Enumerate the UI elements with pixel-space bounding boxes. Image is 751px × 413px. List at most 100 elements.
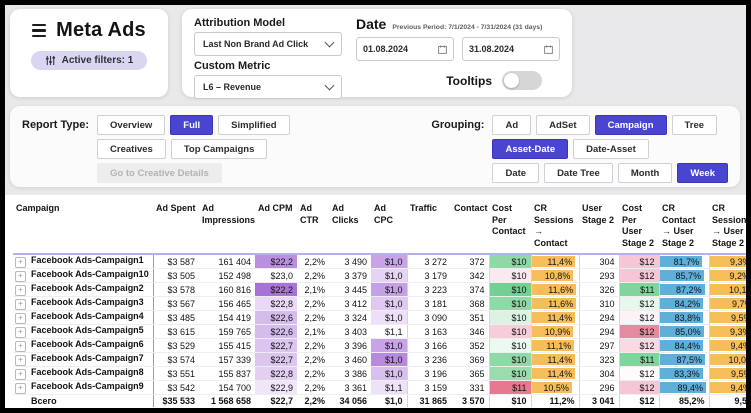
cell-user_stage_2: 296: [579, 381, 619, 395]
cell-ad_ctr: 2,2%: [297, 395, 329, 408]
cell-ad_impressions: 154 700: [199, 381, 255, 395]
report-type-button-simplified[interactable]: Simplified: [218, 115, 289, 135]
grouping-button-campaign[interactable]: Campaign: [595, 115, 667, 135]
cell-cost_per_user_stage_2: $12: [619, 325, 659, 339]
expand-icon[interactable]: +: [15, 383, 26, 394]
grouping-button-week[interactable]: Week: [677, 163, 728, 183]
column-header-cost_per_user_stage_2[interactable]: Cost Per User Stage 2: [619, 197, 659, 254]
cell-cr_sessions_contact: 11,4%: [531, 353, 579, 367]
expand-icon[interactable]: +: [15, 327, 26, 338]
report-type-button-full[interactable]: Full: [170, 115, 213, 135]
column-header-campaign[interactable]: Campaign: [13, 197, 153, 254]
expand-icon[interactable]: +: [15, 355, 26, 366]
column-header-ad_ctr[interactable]: Ad CTR: [297, 197, 329, 254]
cell-ad_ctr: 2,2%: [297, 367, 329, 381]
attribution-model-select[interactable]: Last Non Brand Ad Click: [194, 32, 342, 56]
data-bar: 83,8%: [660, 312, 704, 323]
expand-icon[interactable]: +: [15, 271, 26, 282]
column-header-ad_cpc[interactable]: Ad CPC: [371, 197, 407, 254]
cell-ad_cpm: $22,9: [255, 381, 297, 395]
chevron-down-icon: [325, 38, 335, 48]
cell-cr_sessions_user_stage_2: 9,4%: [709, 381, 746, 395]
cell-traffic: 3 196: [407, 367, 451, 381]
cell-contact: 331: [451, 381, 489, 395]
data-bar: 87,2%: [660, 284, 705, 295]
column-header-ad_impressions[interactable]: Ad Impressions: [199, 197, 255, 254]
table-row: +Facebook Ads-Campaign6$3 529155 415$22,…: [13, 339, 746, 353]
cell-traffic: 3 181: [407, 297, 451, 311]
campaign-name: Facebook Ads-Campaign3: [31, 297, 144, 307]
grouping-button-date[interactable]: Date: [492, 163, 539, 183]
date-end-value: 31.08.2024: [469, 44, 514, 54]
report-type-button-overview[interactable]: Overview: [97, 115, 165, 135]
custom-metric-select[interactable]: L6 – Revenue: [194, 75, 342, 99]
cell-cr_sessions_contact: 11,6%: [531, 297, 579, 311]
active-filters-badge[interactable]: Active filters: 1: [31, 51, 148, 70]
cell-ad_clicks: 3 445: [329, 283, 371, 297]
campaign-name: Facebook Ads-Campaign1: [31, 255, 144, 265]
campaign-name: Facebook Ads-Campaign7: [31, 353, 144, 363]
table-row: +Facebook Ads-Campaign4$3 485154 419$22,…: [13, 311, 746, 325]
data-bar: 87,5%: [660, 354, 706, 365]
data-bar: 85,0%: [660, 326, 704, 337]
cell-cr_sessions_user_stage_2: 9,7%: [709, 297, 746, 311]
data-bar: 11,6%: [532, 284, 577, 295]
menu-icon[interactable]: [32, 24, 46, 37]
column-header-traffic[interactable]: Traffic: [407, 197, 451, 254]
cell-cr_contact_user_stage_2: 83,3%: [659, 367, 709, 381]
data-bar: 9,3%: [710, 256, 747, 267]
tooltips-toggle[interactable]: [502, 71, 542, 90]
column-header-ad_clicks[interactable]: Ad Clicks: [329, 197, 371, 254]
column-header-ad_cpm[interactable]: Ad CPM: [255, 197, 297, 254]
table-row: +Facebook Ads-Campaign9$3 542154 700$22,…: [13, 381, 746, 395]
cell-cr_contact_user_stage_2: 81,7%: [659, 254, 709, 269]
column-header-cr_sessions_contact[interactable]: CR Sessions → Contact: [531, 197, 579, 254]
grouping-button-date-tree[interactable]: Date Tree: [544, 163, 613, 183]
cell-user_stage_2: 3 041: [579, 395, 619, 408]
expand-icon[interactable]: +: [15, 257, 26, 268]
expand-icon[interactable]: +: [15, 341, 26, 352]
cell-cr_sessions_contact: 11,6%: [531, 283, 579, 297]
grouping-button-date-asset[interactable]: Date-Asset: [573, 139, 649, 159]
expand-icon[interactable]: +: [15, 299, 26, 310]
cell-ad_impressions: 154 419: [199, 311, 255, 325]
cell-ad_cpm: $22,7: [255, 339, 297, 353]
column-header-cr_sessions_user_stage_2[interactable]: CR Sessions → User Stage 2: [709, 197, 746, 254]
campaign-name: Facebook Ads-Campaign4: [31, 311, 144, 321]
cell-ad_cpc: $1,1: [371, 325, 407, 339]
column-header-user_stage_2[interactable]: User Stage 2: [579, 197, 619, 254]
report-type-button-creatives[interactable]: Creatives: [97, 139, 166, 159]
cell-ad_impressions: 157 339: [199, 353, 255, 367]
table-row: +Facebook Ads-Campaign10$3 505152 498$23…: [13, 269, 746, 283]
date-end-input[interactable]: 31.08.2024: [462, 37, 560, 61]
data-bar: 9,5%: [710, 312, 747, 323]
go-to-creative-details-button[interactable]: Go to Creative Details: [97, 163, 222, 183]
cell-contact: 346: [451, 325, 489, 339]
cell-ad_ctr: 2,1%: [297, 283, 329, 297]
grouping-button-ad[interactable]: Ad: [492, 115, 531, 135]
column-header-cost_per_contact[interactable]: Cost Per Contact: [489, 197, 531, 254]
cell-ad_cpc: $1,0: [371, 311, 407, 325]
report-type-button-top-campaigns[interactable]: Top Campaigns: [171, 139, 268, 159]
cell-ad_clicks: 34 056: [329, 395, 371, 408]
grouping-button-asset-date[interactable]: Asset-Date: [492, 139, 568, 159]
grouping-button-month[interactable]: Month: [618, 163, 673, 183]
active-filters-label: Active filters: 1: [62, 55, 134, 66]
expand-icon[interactable]: +: [15, 285, 26, 296]
grouping-button-tree[interactable]: Tree: [672, 115, 718, 135]
column-header-contact[interactable]: Contact: [451, 197, 489, 254]
column-header-ad_spent[interactable]: Ad Spent: [153, 197, 199, 254]
cell-ad_ctr: 2,2%: [297, 381, 329, 395]
cell-cr_sessions_user_stage_2: 9,5%: [709, 367, 746, 381]
cell-ad_spent: $3 485: [153, 311, 199, 325]
expand-icon[interactable]: +: [15, 313, 26, 324]
cell-cr_contact_user_stage_2: 83,8%: [659, 311, 709, 325]
column-header-cr_contact_user_stage_2[interactable]: CR Contact → User Stage 2: [659, 197, 709, 254]
expand-icon[interactable]: +: [15, 369, 26, 380]
grouping-button-adset[interactable]: AdSet: [536, 115, 589, 135]
date-start-input[interactable]: 01.08.2024: [356, 37, 454, 61]
cell-cr_sessions_user_stage_2: 9,5%: [709, 395, 746, 408]
cell-user_stage_2: 293: [579, 269, 619, 283]
cell-ad_clicks: 3 490: [329, 254, 371, 269]
cell-cost_per_contact: $10: [489, 269, 531, 283]
